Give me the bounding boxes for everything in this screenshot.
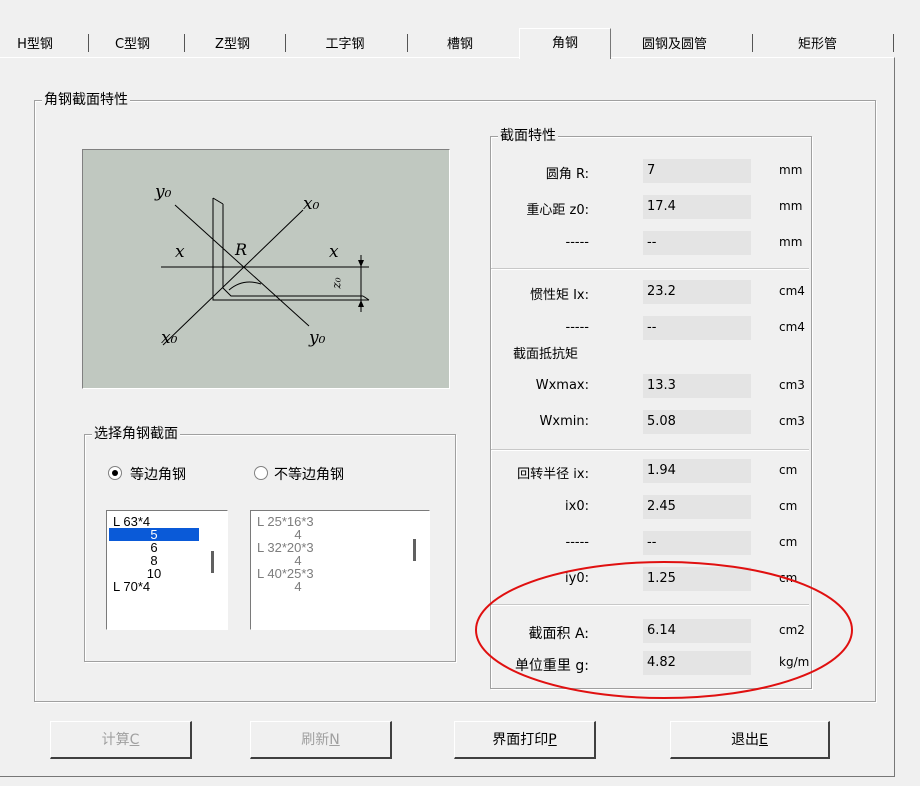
tab-channel-steel[interactable]: 槽钢	[410, 34, 510, 58]
list-item[interactable]: L 70*4	[107, 580, 227, 593]
prop-label: -----	[565, 320, 589, 335]
radius-arc	[228, 281, 262, 291]
label-z0: z₀	[329, 277, 344, 289]
radio-equal-angle[interactable]	[108, 466, 122, 480]
radio-dot	[112, 470, 118, 476]
prop-row-centroid: 重心距 z0: 17.4 mm	[491, 195, 809, 221]
tab-separator	[88, 34, 89, 52]
list-item[interactable]: L 25*16*3	[251, 515, 429, 528]
tab-round-steel-tube[interactable]: 圆钢及圆管	[612, 34, 737, 58]
prop-unit: cm3	[779, 414, 805, 428]
label-x0-top: x₀	[303, 194, 320, 214]
tab-c-steel[interactable]: C型钢	[95, 34, 170, 58]
prop-unit: cm4	[779, 320, 805, 334]
calculate-button[interactable]: 计算C	[50, 721, 192, 759]
label-y0-top: y₀	[155, 182, 172, 202]
radio-unequal-angle-label[interactable]: 不等边角钢	[274, 464, 344, 484]
angle-leg-end	[362, 295, 370, 301]
prop-unit: mm	[779, 235, 803, 249]
label-x-left: x	[175, 242, 185, 262]
prop-value: 1.94	[643, 459, 751, 483]
list-item[interactable]: L 40*25*3	[251, 567, 429, 580]
prop-value: 13.3	[643, 374, 751, 398]
prop-unit: cm3	[779, 378, 805, 392]
section-properties-title: 截面特性	[498, 128, 558, 144]
annotation-ellipse	[475, 561, 853, 699]
separator	[491, 449, 809, 451]
prop-value: 23.2	[643, 280, 751, 304]
label-x0-bottom: x₀	[161, 328, 178, 348]
prop-row-ix: 回转半径 ix: 1.94 cm	[491, 459, 809, 485]
prop-label: 回转半径 ix:	[517, 467, 589, 482]
prop-unit: cm	[779, 499, 798, 513]
prop-unit: cm	[779, 535, 798, 549]
prop-label: ix0:	[565, 499, 589, 514]
tab-separator	[285, 34, 286, 52]
section-modulus-title: 截面抵抗矩	[513, 347, 579, 362]
label-x-right: x	[329, 242, 339, 262]
tab-separator	[893, 34, 894, 52]
prop-value: 2.45	[643, 495, 751, 519]
prop-unit: mm	[779, 163, 803, 177]
prop-label: 惯性矩 Ix:	[529, 288, 589, 303]
label-radius: R	[235, 240, 248, 259]
label-y0-bottom: y₀	[309, 328, 326, 348]
prop-row-radius: 圆角 R: 7 mm	[491, 159, 809, 185]
list-item[interactable]: L 32*20*3	[251, 541, 429, 554]
prop-row-empty: ----- -- cm	[491, 531, 809, 557]
angle-section-group-title: 角钢截面特性	[42, 92, 130, 108]
tab-angle-steel[interactable]: 角钢	[519, 28, 611, 59]
prop-label: 圆角 R:	[545, 167, 589, 182]
section-diagram: y₀ x₀ x R x z₀ x₀ y₀	[82, 149, 450, 389]
prop-label: Wxmax:	[535, 378, 589, 393]
list-item[interactable]: L 63*4	[107, 515, 227, 528]
angle-leg-end	[212, 197, 224, 205]
tab-separator	[407, 34, 408, 52]
refresh-button[interactable]: 刷新N	[250, 721, 392, 759]
z0-arrow-bottom	[358, 300, 364, 307]
prop-row-wxmax: Wxmax: 13.3 cm3	[491, 374, 809, 400]
prop-label: 重心距 z0:	[526, 203, 589, 218]
tab-rect-tube[interactable]: 矩形管	[760, 34, 875, 58]
angle-section-drawing	[161, 197, 370, 346]
tab-strip: H型钢 C型钢 Z型钢 工字钢 槽钢 角钢 圆钢及圆管 矩形管	[0, 28, 895, 59]
prop-value: 17.4	[643, 195, 751, 219]
tab-separator	[752, 34, 753, 52]
radio-unequal-angle[interactable]	[254, 466, 268, 480]
prop-value: --	[643, 531, 751, 555]
unequal-angle-list[interactable]: L 25*16*3 4 L 32*20*3 4 L 40*25*3 4	[250, 510, 430, 630]
prop-row-empty: ----- -- mm	[491, 231, 809, 257]
tab-i-beam[interactable]: 工字钢	[290, 34, 400, 58]
prop-row-ix0: ix0: 2.45 cm	[491, 495, 809, 521]
z0-arrow-top	[358, 260, 364, 267]
x0-axis-line	[162, 209, 304, 346]
prop-unit: cm	[779, 463, 798, 477]
prop-unit: mm	[779, 199, 803, 213]
tab-z-steel[interactable]: Z型钢	[190, 34, 275, 58]
separator	[491, 268, 809, 270]
list-item[interactable]: 4	[253, 580, 343, 593]
prop-value: --	[643, 231, 751, 255]
prop-value: 7	[643, 159, 751, 183]
prop-value: --	[643, 316, 751, 340]
prop-row-inertia: 惯性矩 Ix: 23.2 cm4	[491, 280, 809, 306]
tab-h-steel[interactable]: H型钢	[0, 34, 70, 58]
print-button[interactable]: 界面打印P	[454, 721, 596, 759]
equal-angle-list[interactable]: L 63*4 5 6 8 10 L 70*4	[106, 510, 228, 630]
select-section-title: 选择角钢截面	[92, 426, 180, 442]
unequal-list-scrollbar-thumb[interactable]	[413, 539, 416, 561]
prop-unit: cm4	[779, 284, 805, 298]
radio-equal-angle-label[interactable]: 等边角钢	[130, 464, 186, 484]
prop-label: Wxmin:	[539, 414, 589, 429]
prop-label: -----	[565, 535, 589, 550]
tab-separator	[184, 34, 185, 52]
prop-value: 5.08	[643, 410, 751, 434]
exit-button[interactable]: 退出E	[670, 721, 830, 759]
prop-row-wxmin: Wxmin: 5.08 cm3	[491, 410, 809, 436]
equal-list-scrollbar-thumb[interactable]	[211, 551, 214, 573]
prop-label: -----	[565, 235, 589, 250]
prop-row-empty: ----- -- cm4	[491, 316, 809, 342]
